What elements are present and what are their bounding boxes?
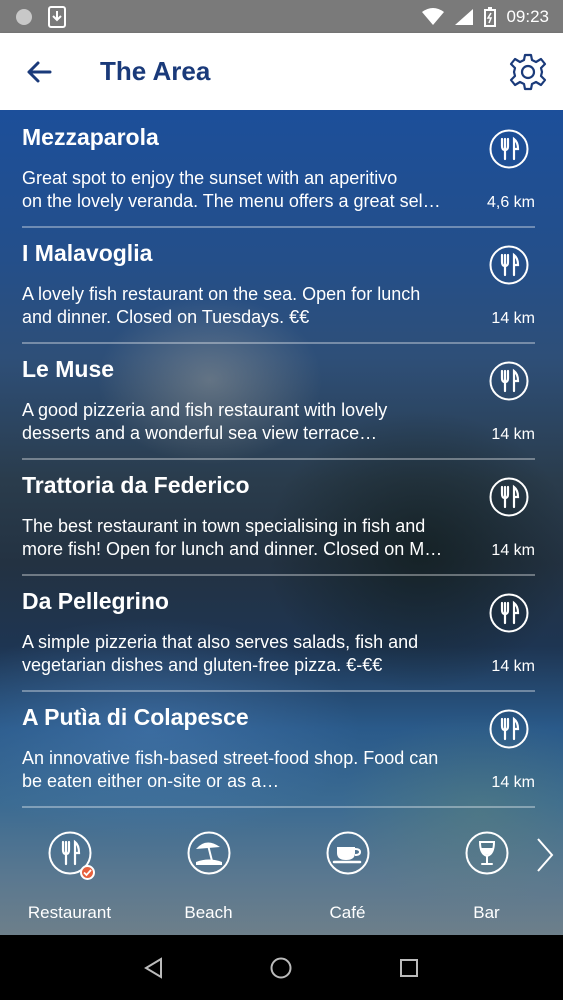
description-line: A simple pizzeria that also serves salad… [22,632,419,652]
description-line: Great spot to enjoy the sunset with an a… [22,168,398,188]
description-line: desserts and a wonderful sea view terrac… [22,423,378,443]
places-list: Mezzaparola Great spot to enjoy the sunse… [0,110,563,808]
place-distance: 14 km [491,310,535,327]
coffee-cup-icon [326,831,370,875]
place-name: A Putìa di Colapesce [22,704,249,730]
description-line: on the lovely veranda. The menu offers a… [22,191,441,211]
list-item[interactable]: Da Pellegrino A simple pizzeria that also… [0,574,563,692]
category-beach[interactable]: Beach [139,815,278,935]
fork-knife-icon [489,709,529,749]
divider [22,806,535,808]
category-bar: Restaurant Beach Café Bar [0,815,563,935]
place-name: Le Muse [22,356,115,382]
category-restaurant[interactable]: Restaurant [0,815,139,935]
places-content: Mezzaparola Great spot to enjoy the sunse… [0,110,563,935]
status-bar: 09:23 [0,0,563,33]
list-item[interactable]: Trattoria da Federico The best restaurant… [0,458,563,576]
list-item[interactable]: A Putìa di Colapesce An innovative fish-b… [0,690,563,808]
square-recents-icon [400,958,419,977]
clock: 09:23 [506,6,549,26]
place-distance: 14 km [491,426,535,443]
place-description: A simple pizzeria that also serves salad… [22,631,464,677]
description-line: A good pizzeria and fish restaurant with… [22,400,388,420]
selected-badge [80,865,95,880]
place-description: An innovative fish-based street-food sho… [22,747,464,793]
fork-knife-icon [489,129,529,169]
gear-icon [509,53,547,90]
list-item[interactable]: I Malavoglia A lovely fish restaurant on … [0,226,563,344]
place-name: I Malavoglia [22,240,153,266]
triangle-back-icon [143,956,162,979]
notification-dot-icon [16,8,32,25]
nav-home-button[interactable] [261,948,301,988]
fork-knife-icon [489,245,529,285]
category-label: Restaurant [27,903,112,922]
list-item[interactable]: Mezzaparola Great spot to enjoy the sunse… [0,110,563,228]
fork-knife-icon [489,593,529,633]
wine-glass-icon [465,831,509,875]
list-item[interactable]: Le Muse A good pizzeria and fish restaura… [0,342,563,460]
place-distance: 4,6 km [486,194,535,211]
category-label: Beach [184,903,233,922]
place-distance: 14 km [491,658,535,675]
beach-umbrella-icon [187,831,231,875]
battery-icon [484,6,497,27]
chevron-right-icon [537,838,554,872]
description-line: The best restaurant in town specialising… [22,516,426,536]
description-line: more fish! Open for lunch and dinner. Cl… [22,539,443,559]
place-name: Da Pellegrino [22,588,169,614]
fork-knife-icon [489,477,529,517]
category-label: Bar [473,903,500,922]
place-description: Great spot to enjoy the sunset with an a… [22,167,464,213]
next-categories-button[interactable] [533,835,557,875]
download-icon [48,5,66,28]
place-description: The best restaurant in town specialising… [22,515,464,561]
signal-icon [455,8,474,25]
place-name: Mezzaparola [22,124,159,150]
page-title: The Area [100,56,211,86]
description-line: A lovely fish restaurant on the sea. Ope… [22,284,421,304]
wifi-icon [422,7,445,25]
description-line: be eaten either on-site or as a… [22,771,280,791]
back-button[interactable] [14,47,64,97]
place-description: A good pizzeria and fish restaurant with… [22,399,464,445]
category-cafe[interactable]: Café [278,815,417,935]
fork-knife-icon [489,361,529,401]
description-line: vegetarian dishes and gluten-free pizza.… [22,655,383,675]
system-nav-bar [0,935,563,1000]
circle-home-icon [270,957,292,978]
settings-button[interactable] [503,47,553,97]
place-name: Trattoria da Federico [22,472,250,498]
nav-recents-button[interactable] [389,948,429,988]
category-label: Café [329,903,366,922]
place-distance: 14 km [491,542,535,559]
place-description: A lovely fish restaurant on the sea. Ope… [22,283,464,329]
arrow-left-icon [27,61,52,82]
description-line: and dinner. Closed on Tuesdays. €€ [22,307,310,327]
place-distance: 14 km [491,774,535,791]
nav-back-button[interactable] [134,948,174,988]
description-line: An innovative fish-based street-food sho… [22,748,439,768]
app-bar: The Area [0,33,563,110]
